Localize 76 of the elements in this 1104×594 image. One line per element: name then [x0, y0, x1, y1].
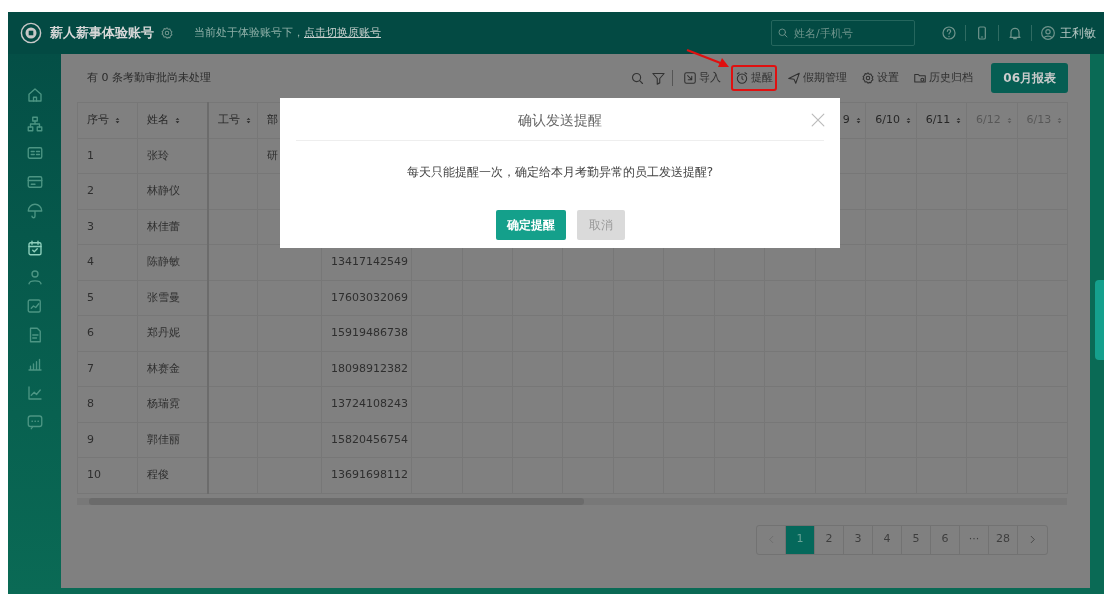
account-title: 薪人薪事体验账号	[50, 24, 154, 43]
umbrella-icon[interactable]	[25, 202, 44, 220]
table-cell: 15919486738	[331, 326, 409, 339]
logo-icon	[20, 22, 42, 44]
table-cell: 18098912382	[331, 361, 409, 375]
page-button[interactable]: 4	[873, 525, 902, 554]
alarm-clock-icon	[735, 71, 750, 85]
settings-icon	[160, 26, 174, 40]
column-header[interactable]: 9	[842, 112, 863, 129]
user-icon[interactable]	[1040, 25, 1056, 41]
table-cell: 1	[87, 148, 95, 162]
filter-icon[interactable]	[651, 70, 667, 86]
table-cell: 6	[87, 326, 95, 339]
table-cell: 张雪曼	[147, 290, 181, 304]
card-icon[interactable]	[25, 173, 44, 191]
help-icon[interactable]	[941, 25, 957, 41]
folder-icon	[913, 71, 928, 85]
search-icon[interactable]	[630, 70, 646, 86]
home-icon[interactable]	[25, 86, 44, 104]
confirm-button[interactable]: 确定提醒	[495, 210, 566, 240]
table-cell: 林静仪	[147, 184, 181, 197]
table-cell: 张玲	[147, 148, 170, 162]
dialog-message: 每天只能提醒一次，确定给本月考勤异常的员工发送提醒?	[405, 164, 715, 181]
toolbar-link[interactable]: 假期管理	[783, 64, 852, 92]
table-cell: 林赛金	[147, 361, 181, 375]
page-button[interactable]: 5	[902, 525, 931, 554]
user-name: 王利敏	[1060, 25, 1096, 42]
table-cell: 10	[87, 468, 102, 481]
plane-icon	[787, 71, 802, 85]
page-button[interactable]: 2	[815, 525, 844, 554]
table-cell: 陈静敏	[147, 255, 181, 268]
report-button[interactable]: 06月报表	[991, 63, 1068, 93]
table-cell: 郑丹妮	[147, 326, 181, 339]
settings-icon	[861, 71, 876, 85]
bell-icon[interactable]	[1007, 25, 1023, 41]
table-cell: 13691698112	[331, 468, 409, 481]
page-button[interactable]: ···	[960, 525, 989, 554]
search-field[interactable]: 姓名/手机号	[771, 20, 915, 46]
pending-approvals-text: 有 0 条考勤审批尚未处理	[87, 69, 212, 86]
table-cell: 3	[87, 219, 95, 233]
page-button[interactable]: 28	[989, 525, 1018, 554]
table-cell: 郭佳丽	[147, 432, 181, 446]
line-chart-icon[interactable]	[25, 384, 44, 402]
person-icon[interactable]	[25, 268, 44, 286]
notice-text: 当前处于体验账号下，	[194, 24, 304, 41]
page-button[interactable]: 1	[786, 525, 815, 554]
toolbar-link[interactable]: 设置	[857, 64, 904, 92]
table-cell: 15820456754	[331, 432, 409, 446]
page-button[interactable]: 3	[844, 525, 873, 554]
table-cell: 5	[87, 290, 95, 304]
table-cell: 研	[267, 148, 279, 162]
search-icon	[777, 27, 789, 39]
page-button[interactable]: 6	[931, 525, 960, 554]
toolbar-link[interactable]: 导入	[679, 64, 726, 92]
column-header[interactable]: 部	[267, 112, 279, 129]
table-cell: 17603032069	[331, 290, 409, 304]
chart-edit-icon[interactable]	[25, 297, 44, 315]
dialog-title: 确认发送提醒	[517, 111, 603, 130]
toolbar-link[interactable]: 提醒	[731, 64, 778, 92]
toolbar-link[interactable]: 历史归档	[909, 64, 978, 92]
import-icon	[683, 71, 698, 85]
table-cell: 13417142549	[331, 255, 409, 268]
table-cell: 林佳蕾	[147, 219, 181, 233]
table-cell: 程俊	[147, 468, 170, 481]
switch-account-link[interactable]: 点击切换原账号	[304, 24, 381, 42]
id-card-icon[interactable]	[25, 144, 44, 162]
table-cell: 杨瑞霓	[147, 397, 181, 410]
table-cell: 13724108243	[331, 397, 409, 410]
table-cell: 7	[87, 361, 95, 375]
table-cell: 8	[87, 397, 95, 410]
table-cell: 9	[87, 432, 95, 446]
chat-icon[interactable]	[25, 413, 44, 431]
org-chart-icon[interactable]	[25, 115, 44, 133]
table-cell: 4	[87, 255, 95, 268]
calendar-icon[interactable]	[25, 239, 44, 257]
table-cell: 2	[87, 184, 95, 197]
